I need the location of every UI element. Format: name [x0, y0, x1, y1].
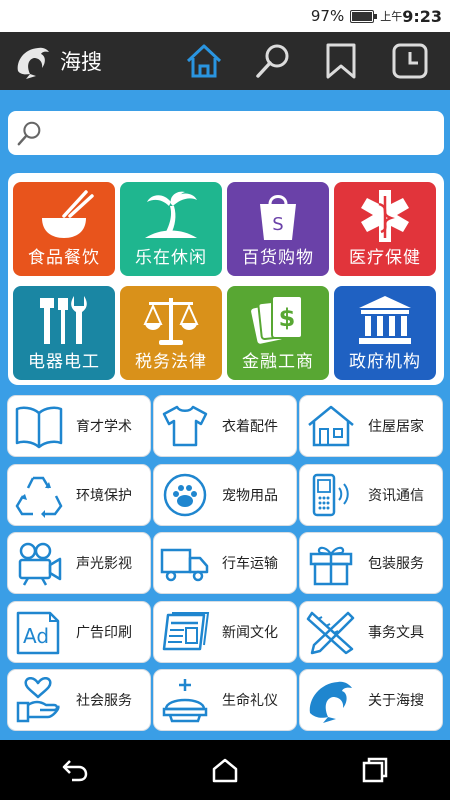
service-label: 关于海搜 — [368, 693, 424, 709]
paw-icon — [163, 473, 207, 517]
service-card-transport[interactable]: 行车运输 — [153, 532, 297, 594]
service-label: 事务文具 — [368, 625, 424, 641]
category-tile-medical[interactable]: 医疗保健 — [334, 182, 436, 276]
service-card-advertising[interactable]: Ad 广告印刷 — [7, 601, 151, 663]
hand-heart-icon — [16, 677, 60, 723]
newspaper-icon — [162, 612, 210, 651]
category-label: 食品餐饮 — [28, 248, 100, 268]
service-card-clothing[interactable]: 衣着配件 — [153, 395, 297, 457]
category-tile-leisure[interactable]: 乐在休闲 — [120, 182, 222, 276]
service-label: 生命礼仪 — [222, 693, 278, 709]
category-tile-finance[interactable]: $ 金融工商 — [227, 286, 329, 380]
category-label: 金融工商 — [242, 352, 314, 372]
clock: 9:23 — [402, 6, 442, 26]
service-label: 资讯通信 — [368, 488, 424, 504]
history-icon — [392, 43, 428, 79]
battery-percent: 97% — [310, 7, 345, 25]
service-label: 环境保护 — [76, 488, 132, 504]
header-nav — [170, 32, 444, 90]
time-prefix: 上午 — [380, 10, 403, 23]
service-card-ceremony[interactable]: 生命礼仪 — [153, 669, 297, 731]
service-card-stationery[interactable]: 事务文具 — [299, 601, 443, 663]
search-icon — [256, 44, 289, 78]
svg-text:$: $ — [279, 304, 296, 332]
category-tile-government[interactable]: 政府机构 — [334, 286, 436, 380]
tab-home[interactable] — [172, 32, 236, 90]
service-label: 社会服务 — [76, 693, 132, 709]
battery-icon — [350, 9, 378, 23]
category-label: 电器电工 — [28, 352, 100, 372]
money-icon: $ — [251, 295, 303, 344]
bowl-chopsticks-icon — [42, 190, 94, 238]
service-card-environment[interactable]: 环境保护 — [7, 464, 151, 526]
service-label: 声光影视 — [76, 556, 132, 572]
category-panel: 食品餐饮 乐在休闲 S 百货购物 医疗保健 电器电工 税务法律 $ 金融工商 政… — [8, 173, 444, 385]
service-label: 新闻文化 — [222, 625, 278, 641]
ad-icon: Ad — [16, 611, 60, 655]
ceremony-icon — [162, 679, 208, 723]
dolphin-logo-icon — [17, 47, 49, 79]
category-label: 政府机构 — [349, 352, 421, 372]
tab-history[interactable] — [378, 32, 442, 90]
service-label: 育才学术 — [76, 419, 132, 435]
gift-icon — [309, 546, 353, 586]
dolphin-icon — [309, 681, 352, 723]
ruler-pencil-icon — [306, 611, 355, 655]
service-card-social-services[interactable]: 社会服务 — [7, 669, 151, 731]
status-bar: 97% 上午 9:23 — [0, 0, 450, 32]
home-icon — [187, 44, 222, 78]
service-label: 住屋居家 — [368, 419, 424, 435]
search-icon — [17, 121, 41, 146]
category-label: 乐在休闲 — [135, 248, 207, 268]
svg-text:S: S — [272, 214, 283, 235]
truck-icon — [160, 548, 209, 582]
scales-icon — [143, 298, 199, 345]
service-card-audio-video[interactable]: 声光影视 — [7, 532, 151, 594]
category-label: 税务法律 — [135, 352, 207, 372]
svg-text:Ad: Ad — [23, 624, 49, 648]
bookmark-icon — [326, 43, 356, 79]
shopping-bag-icon: S — [260, 195, 296, 240]
app-title: 海搜 — [60, 50, 102, 74]
service-label: 广告印刷 — [76, 625, 132, 641]
category-label: 百货购物 — [242, 248, 314, 268]
category-tile-food[interactable]: 食品餐饮 — [13, 182, 115, 276]
house-icon — [308, 405, 354, 447]
tshirt-icon — [162, 405, 208, 447]
category-tile-tax-law[interactable]: 税务法律 — [120, 286, 222, 380]
app-header: 海搜 — [0, 32, 450, 90]
phone-icon — [312, 473, 349, 517]
category-label: 医疗保健 — [349, 248, 421, 268]
service-card-education[interactable]: 育才学术 — [7, 395, 151, 457]
service-card-pets[interactable]: 宠物用品 — [153, 464, 297, 526]
service-label: 行车运输 — [222, 556, 278, 572]
back-icon[interactable] — [60, 755, 90, 785]
medical-cross-icon — [361, 190, 409, 242]
palm-tree-icon — [145, 191, 197, 238]
service-label: 宠物用品 — [222, 488, 278, 504]
system-nav-bar — [0, 740, 450, 800]
government-building-icon — [359, 296, 411, 344]
search-input[interactable] — [50, 117, 444, 149]
service-card-packaging[interactable]: 包装服务 — [299, 532, 443, 594]
category-tile-electrical[interactable]: 电器电工 — [13, 286, 115, 380]
tab-search[interactable] — [241, 32, 305, 90]
recycle-icon — [15, 476, 63, 518]
tab-bookmark[interactable] — [309, 32, 373, 90]
service-label: 包装服务 — [368, 556, 424, 572]
service-card-communication[interactable]: 资讯通信 — [299, 464, 443, 526]
search-bar[interactable] — [8, 111, 444, 155]
category-tile-shopping[interactable]: S 百货购物 — [227, 182, 329, 276]
recent-apps-icon[interactable] — [360, 755, 390, 785]
tools-icon — [40, 296, 87, 344]
video-camera-icon — [18, 542, 62, 586]
battery-fill — [352, 11, 373, 21]
service-card-about[interactable]: 关于海搜 — [299, 669, 443, 731]
service-card-news[interactable]: 新闻文化 — [153, 601, 297, 663]
service-label: 衣着配件 — [222, 419, 278, 435]
service-card-housing[interactable]: 住屋居家 — [299, 395, 443, 457]
book-icon — [15, 406, 63, 449]
home-button-icon[interactable] — [210, 755, 240, 785]
